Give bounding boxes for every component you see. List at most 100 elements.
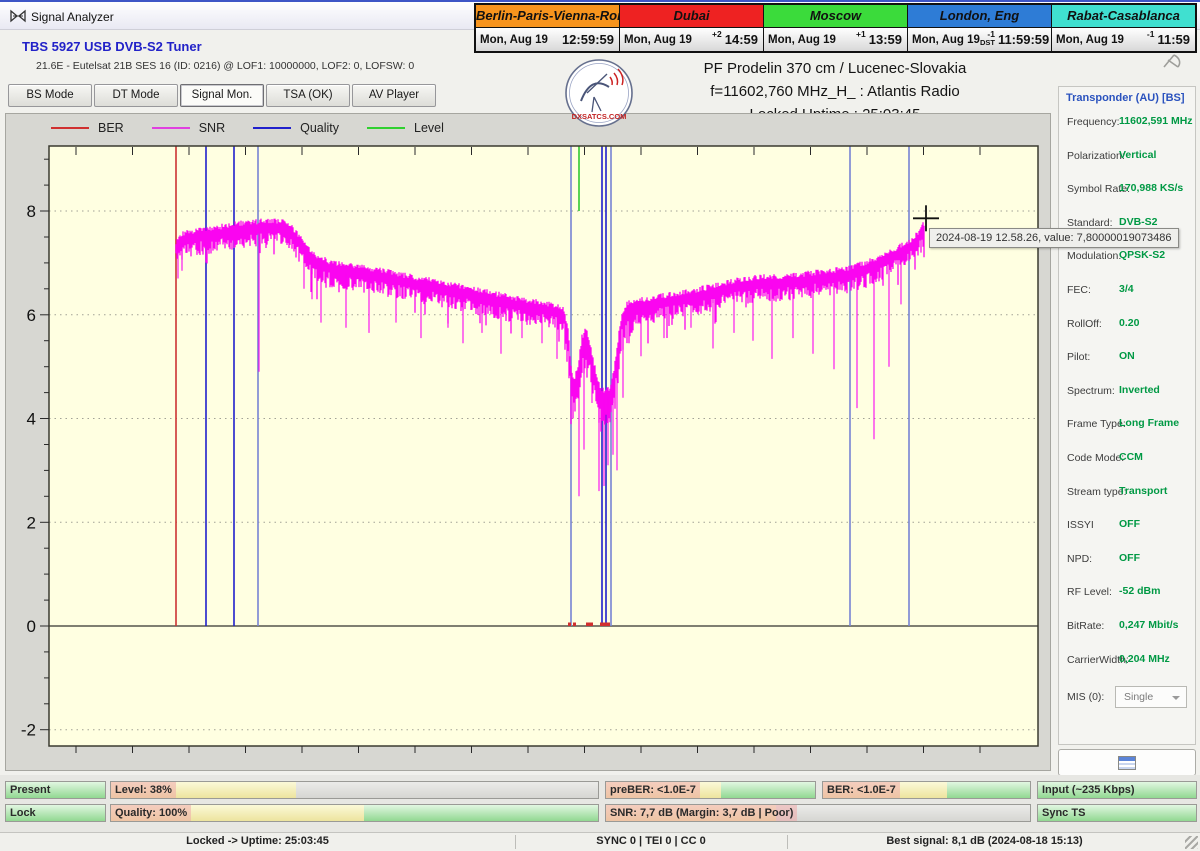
transponder-row-value: OFF <box>1119 518 1140 530</box>
transponder-row: Code Mode:CCM <box>1059 449 1197 469</box>
transponder-row-value: 0,247 Mbit/s <box>1119 619 1179 631</box>
chevron-down-icon <box>1172 696 1180 700</box>
svg-text:0: 0 <box>27 617 36 636</box>
transponder-row: ISSYI OFF <box>1059 516 1197 536</box>
clock-date: Mon, Aug 19 <box>624 34 692 46</box>
signal-monitor-panel: BER SNR Quality Level 86420-2 <box>5 113 1051 771</box>
clock-city: London, Eng <box>908 5 1051 28</box>
transponder-row-value: Long Frame <box>1119 417 1179 429</box>
dxsatcs-logo: DXSATCS.COM <box>563 57 635 129</box>
transponder-row-value: 170,988 KS/s <box>1119 182 1183 194</box>
clock-time: 12:59:59 <box>562 32 614 47</box>
transponder-row: BitRate: 0,247 Mbit/s <box>1059 617 1197 637</box>
transponder-row: FEC:3/4 <box>1059 281 1197 301</box>
preber-indicator: preBER: <1.0E-7 <box>605 781 816 799</box>
transponder-row: NPD: OFF <box>1059 550 1197 570</box>
transponder-row-value: ON <box>1119 350 1135 362</box>
signal-chart[interactable]: 86420-2 <box>6 114 1052 772</box>
svg-text:8: 8 <box>27 202 36 221</box>
transponder-row-value: DVB-S2 <box>1119 216 1158 228</box>
transponder-row-value: 11602,591 MHz <box>1119 115 1193 127</box>
transponder-list-button[interactable] <box>1058 749 1196 776</box>
transponder-row: CarrierWidth:0,204 MHz <box>1059 651 1197 671</box>
transponder-row-label: BitRate: <box>1067 620 1104 632</box>
mis-selected-value: Single <box>1124 691 1153 703</box>
transponder-row: Symbol Rate:170,988 KS/s <box>1059 180 1197 200</box>
transponder-row-value: CCM <box>1119 451 1143 463</box>
satellite-dish-icon <box>1158 51 1188 69</box>
transponder-row-value: Vertical <box>1119 149 1156 161</box>
svg-text:2: 2 <box>27 513 36 532</box>
transponder-row: Polarization:Vertical <box>1059 147 1197 167</box>
clock-city: Berlin-Paris-Vienna-Roma <box>476 5 619 28</box>
svg-text:4: 4 <box>27 410 36 429</box>
present-indicator: Present <box>5 781 106 799</box>
transponder-row-value: -52 dBm <box>1119 585 1160 597</box>
clock-rabat: Rabat-Casablanca Mon, Aug 19 -1 11:59 <box>1051 5 1195 51</box>
clock-time: 14:59 <box>725 32 758 47</box>
app-icon <box>10 8 26 24</box>
statusbar-uptime: Locked -> Uptime: 25:03:45 <box>0 833 515 851</box>
transponder-row-label: Polarization: <box>1067 150 1125 162</box>
logo-text: DXSATCS.COM <box>572 112 627 121</box>
transponder-row-label: RF Level: <box>1067 586 1112 598</box>
transponder-row-label: Standard: <box>1067 217 1113 229</box>
transponder-row: RollOff: 0.20 <box>1059 315 1197 335</box>
clock-moscow: Moscow Mon, Aug 19 +1 13:59 <box>763 5 907 51</box>
transponder-row-label: NPD: <box>1067 553 1092 565</box>
clock-date: Mon, Aug 19 <box>768 34 836 46</box>
transponder-row-label: Code Mode: <box>1067 452 1124 464</box>
chart-tooltip: 2024-08-19 12.58.26, value: 7,8000001907… <box>929 228 1179 248</box>
clock-london: London, Eng Mon, Aug 19 -1DST 11:59:59 <box>907 5 1051 51</box>
tuner-subtitle: 21.6E - Eutelsat 21B SES 16 (ID: 0216) @… <box>36 60 414 72</box>
resize-grip[interactable] <box>1185 836 1198 849</box>
clock-date: Mon, Aug 19 <box>480 34 548 46</box>
level-indicator: Level: 38% <box>110 781 599 799</box>
transponder-row-label: Modulation: <box>1067 250 1121 262</box>
mis-label: MIS (0): <box>1067 691 1104 703</box>
clock-time: 13:59 <box>869 32 902 47</box>
tab-dt-mode[interactable]: DT Mode <box>94 84 178 107</box>
clock-date: Mon, Aug 19 <box>1056 34 1124 46</box>
transponder-row-label: Stream type: <box>1067 486 1127 498</box>
transponder-row-label: Frame Type: <box>1067 418 1126 430</box>
quality-indicator: Quality: 100% <box>110 804 599 822</box>
transponder-row: Pilot: ON <box>1059 348 1197 368</box>
transponder-row-value: Transport <box>1119 485 1167 497</box>
transponder-row: Frame Type:Long Frame <box>1059 415 1197 435</box>
statusbar-sync: SYNC 0 | TEI 0 | CC 0 <box>515 833 787 851</box>
tab-signal-mon[interactable]: Signal Mon. <box>180 84 264 107</box>
svg-text:6: 6 <box>27 306 36 325</box>
transponder-row-label: RollOff: <box>1067 318 1102 330</box>
table-icon <box>1118 756 1136 770</box>
mis-dropdown[interactable]: Single <box>1115 686 1187 708</box>
transponder-row-label: Pilot: <box>1067 351 1090 363</box>
window-title: Signal Analyzer <box>31 10 114 24</box>
syncts-indicator: Sync TS <box>1037 804 1197 822</box>
tab-bs-mode[interactable]: BS Mode <box>8 84 92 107</box>
tab-tsa[interactable]: TSA (OK) <box>266 84 350 107</box>
clock-dubai: Dubai Mon, Aug 19 +2 14:59 <box>619 5 763 51</box>
transponder-row-value: 0.20 <box>1119 317 1139 329</box>
snr-indicator: SNR: 7,7 dB (Margin: 3,7 dB | Poor) <box>605 804 1031 822</box>
clock-berlin: Berlin-Paris-Vienna-Roma Mon, Aug 19 12:… <box>476 5 619 51</box>
status-bar: Locked -> Uptime: 25:03:45 SYNC 0 | TEI … <box>0 832 1200 850</box>
tab-av-player[interactable]: AV Player <box>352 84 436 107</box>
transponder-row-label: ISSYI <box>1067 519 1094 531</box>
transponder-row: Frequency:11602,591 MHz <box>1059 113 1197 133</box>
statusbar-best-signal: Best signal: 8,1 dB (2024-08-18 15:13) <box>787 833 1182 851</box>
transponder-panel: Transponder (AU) [BS] Frequency:11602,59… <box>1058 86 1196 745</box>
transponder-row-value: QPSK-S2 <box>1119 249 1165 261</box>
ber-indicator: BER: <1.0E-7 <box>822 781 1031 799</box>
site-line-frequency: f=11602,760 MHz_H_ : Atlantis Radio <box>610 80 1060 103</box>
clock-time: 11:59 <box>1157 32 1190 47</box>
transponder-row: RF Level: -52 dBm <box>1059 583 1197 603</box>
clock-time: 11:59:59 <box>998 32 1049 47</box>
transponder-row-value: OFF <box>1119 552 1140 564</box>
transponder-row: Modulation:QPSK-S2 <box>1059 247 1197 267</box>
clock-city: Dubai <box>620 5 763 28</box>
mis-row: MIS (0): Single <box>1059 685 1197 711</box>
tuner-title: TBS 5927 USB DVB-S2 Tuner <box>22 39 202 54</box>
transponder-row: Spectrum:Inverted <box>1059 382 1197 402</box>
transponder-row-value: Inverted <box>1119 384 1160 396</box>
